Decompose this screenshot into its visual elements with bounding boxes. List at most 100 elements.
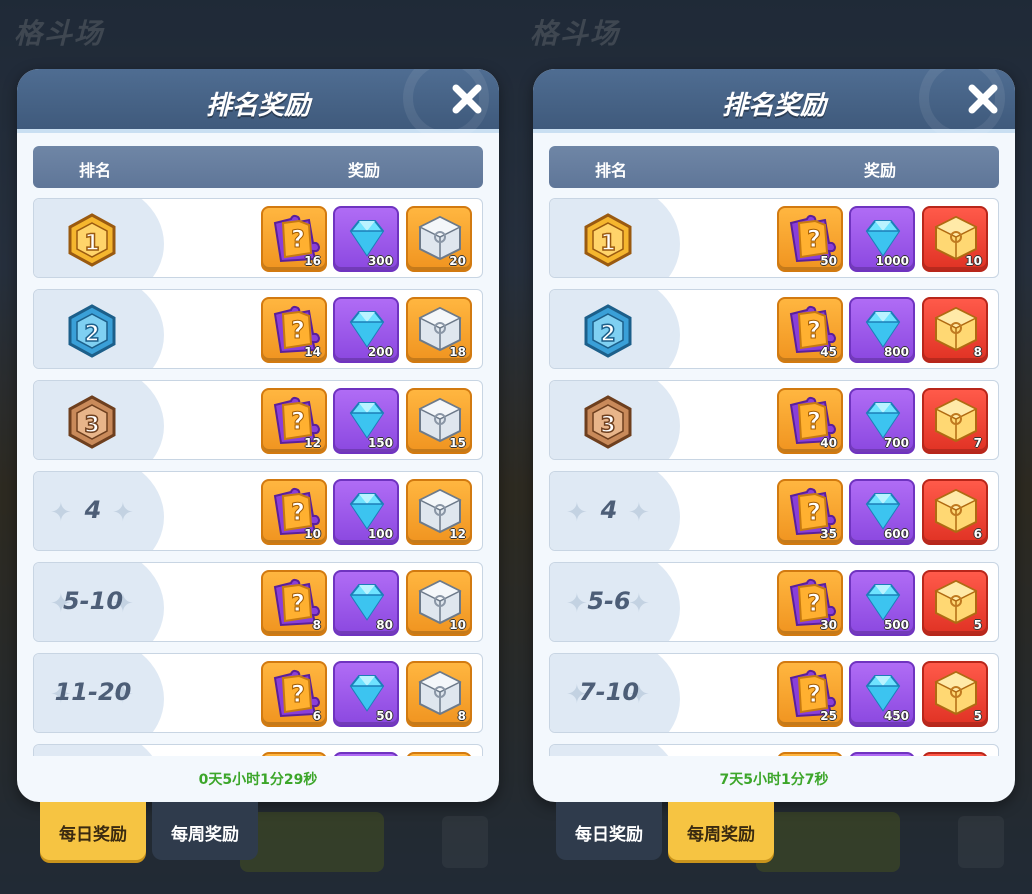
tab-daily-reward[interactable]: 每日奖励 — [40, 802, 146, 860]
reward-count: 700 — [883, 436, 909, 450]
reward-count: 15 — [449, 436, 466, 450]
reward-count: 6 — [312, 709, 321, 723]
reward-item[interactable]: 1000 — [849, 206, 915, 272]
reward-item[interactable]: 600 — [849, 479, 915, 545]
reward-row: 1? 50 1000 10 — [549, 198, 999, 278]
reward-row: ✦ ✦ 4? 10 100 12 — [33, 471, 483, 551]
reward-item[interactable]: 15 — [406, 388, 472, 454]
reward-item[interactable] — [849, 752, 915, 756]
reward-item[interactable]: 20 — [406, 206, 472, 272]
screen-weekly: 格斗场排名奖励排名奖励1?501000102?4580083?407007✦✦4… — [516, 0, 1032, 894]
reward-item[interactable]: ? 10 — [261, 479, 327, 545]
reward-item[interactable] — [406, 752, 472, 756]
reward-item[interactable]: ? 16 — [261, 206, 327, 272]
reward-row: ✦ ✦ 5-6? 30 500 5 — [549, 562, 999, 642]
reward-count: 45 — [820, 345, 837, 359]
column-header-rank: 排名 — [595, 161, 628, 180]
reward-count: 800 — [883, 345, 909, 359]
reward-count: 8 — [973, 345, 982, 359]
table-header: 排名 奖励 — [549, 146, 999, 188]
reward-item[interactable]: 150 — [333, 388, 399, 454]
close-icon[interactable] — [965, 81, 1001, 117]
table-header: 排名 奖励 — [33, 146, 483, 188]
reward-item[interactable]: 500 — [849, 570, 915, 636]
reward-item[interactable]: ? 25 — [777, 661, 843, 727]
reward-item[interactable]: ? 45 — [777, 297, 843, 363]
rank-label: 5-6 — [587, 587, 631, 615]
reward-item[interactable]: ? 35 — [777, 479, 843, 545]
reward-item[interactable]: ? — [261, 752, 327, 756]
svg-text:2: 2 — [84, 322, 99, 347]
svg-text:3: 3 — [600, 413, 615, 438]
svg-text:?: ? — [291, 589, 305, 617]
reward-item[interactable]: 10 — [406, 570, 472, 636]
reward-count: 5 — [973, 709, 982, 723]
reward-list[interactable]: 1? 50 1000 10 2? 45 800 8 3? 40 700 7 ✦ ✦ 4? 35 600 6 ✦ ✦ 5-… — [549, 198, 999, 756]
reward-item[interactable]: 8 — [406, 661, 472, 727]
tab-daily-reward[interactable]: 每日奖励 — [556, 802, 662, 860]
rank-reward-dialog: 排名奖励 排名 奖励 1? 50 1000 10 2? 45 800 8 3? 40 700 7 ✦ ✦ 4? 35… — [533, 69, 1015, 802]
reward-item[interactable]: 5 — [922, 570, 988, 636]
bronze-medal-icon: 3 — [68, 395, 116, 449]
reward-row: ? — [33, 744, 483, 756]
svg-text:?: ? — [291, 316, 305, 344]
reward-count: 10 — [449, 618, 466, 632]
reward-item[interactable]: 800 — [849, 297, 915, 363]
reward-count: 10 — [965, 254, 982, 268]
svg-text:?: ? — [807, 680, 821, 708]
reward-item[interactable] — [922, 752, 988, 756]
reward-item[interactable]: 300 — [333, 206, 399, 272]
screen-daily: 格斗场排名奖励排名奖励1?16300202?14200183?1215015✦✦… — [0, 0, 516, 894]
reward-row: 2 ? 45 800 8 — [549, 289, 999, 369]
reward-list[interactable]: 1? 16 300 20 2? 14 200 18 3? 12 150 15 ✦ ✦ 4? 10 100 12 ✦ ✦… — [33, 198, 483, 756]
reward-item[interactable]: ? 30 — [777, 570, 843, 636]
reward-count: 150 — [367, 436, 393, 450]
reward-item[interactable]: 8 — [922, 297, 988, 363]
reward-item[interactable]: ? 50 — [777, 206, 843, 272]
reward-count: 18 — [449, 345, 466, 359]
reward-item[interactable]: ? 8 — [261, 570, 327, 636]
reward-item[interactable]: ? 6 — [261, 661, 327, 727]
tab-weekly-reward[interactable]: 每周奖励 — [668, 802, 774, 860]
svg-text:?: ? — [291, 407, 305, 435]
countdown-timer: 0天5小时1分29秒 — [198, 772, 318, 788]
tab-weekly-reward[interactable]: 每周奖励 — [152, 802, 258, 860]
reward-count: 100 — [367, 527, 393, 541]
reward-item[interactable]: 100 — [333, 479, 399, 545]
reward-item[interactable]: 700 — [849, 388, 915, 454]
reward-item[interactable]: 6 — [922, 479, 988, 545]
reward-item[interactable] — [333, 752, 399, 756]
reward-count: 450 — [883, 709, 909, 723]
reward-count: 8 — [457, 709, 466, 723]
reward-item[interactable]: 10 — [922, 206, 988, 272]
reward-count: 8 — [312, 618, 321, 632]
svg-text:?: ? — [291, 680, 305, 708]
reward-item[interactable]: 12 — [406, 479, 472, 545]
silver-medal-icon: 2 — [68, 304, 116, 358]
svg-text:1: 1 — [84, 231, 99, 256]
reward-item[interactable]: 80 — [333, 570, 399, 636]
reward-item[interactable]: 5 — [922, 661, 988, 727]
svg-text:3: 3 — [84, 413, 99, 438]
reward-item[interactable]: 7 — [922, 388, 988, 454]
reward-item[interactable]: ? 12 — [261, 388, 327, 454]
reward-item[interactable]: ? — [777, 752, 843, 756]
svg-text:?: ? — [807, 498, 821, 526]
svg-text:2: 2 — [600, 322, 615, 347]
reward-item[interactable]: 50 — [333, 661, 399, 727]
reward-item[interactable]: 18 — [406, 297, 472, 363]
rank-label: 4 — [600, 496, 618, 524]
reward-count: 35 — [820, 527, 837, 541]
close-icon[interactable] — [449, 81, 485, 117]
rank-label: 4 — [84, 496, 102, 524]
reward-count: 12 — [449, 527, 466, 541]
reward-item[interactable]: ? 40 — [777, 388, 843, 454]
reward-count: 16 — [304, 254, 321, 268]
reward-count: 10 — [304, 527, 321, 541]
reward-item[interactable]: 450 — [849, 661, 915, 727]
reward-count: 600 — [883, 527, 909, 541]
reward-count: 40 — [820, 436, 837, 450]
reward-item[interactable]: ? 14 — [261, 297, 327, 363]
reward-count: 1000 — [875, 254, 909, 268]
reward-item[interactable]: 200 — [333, 297, 399, 363]
